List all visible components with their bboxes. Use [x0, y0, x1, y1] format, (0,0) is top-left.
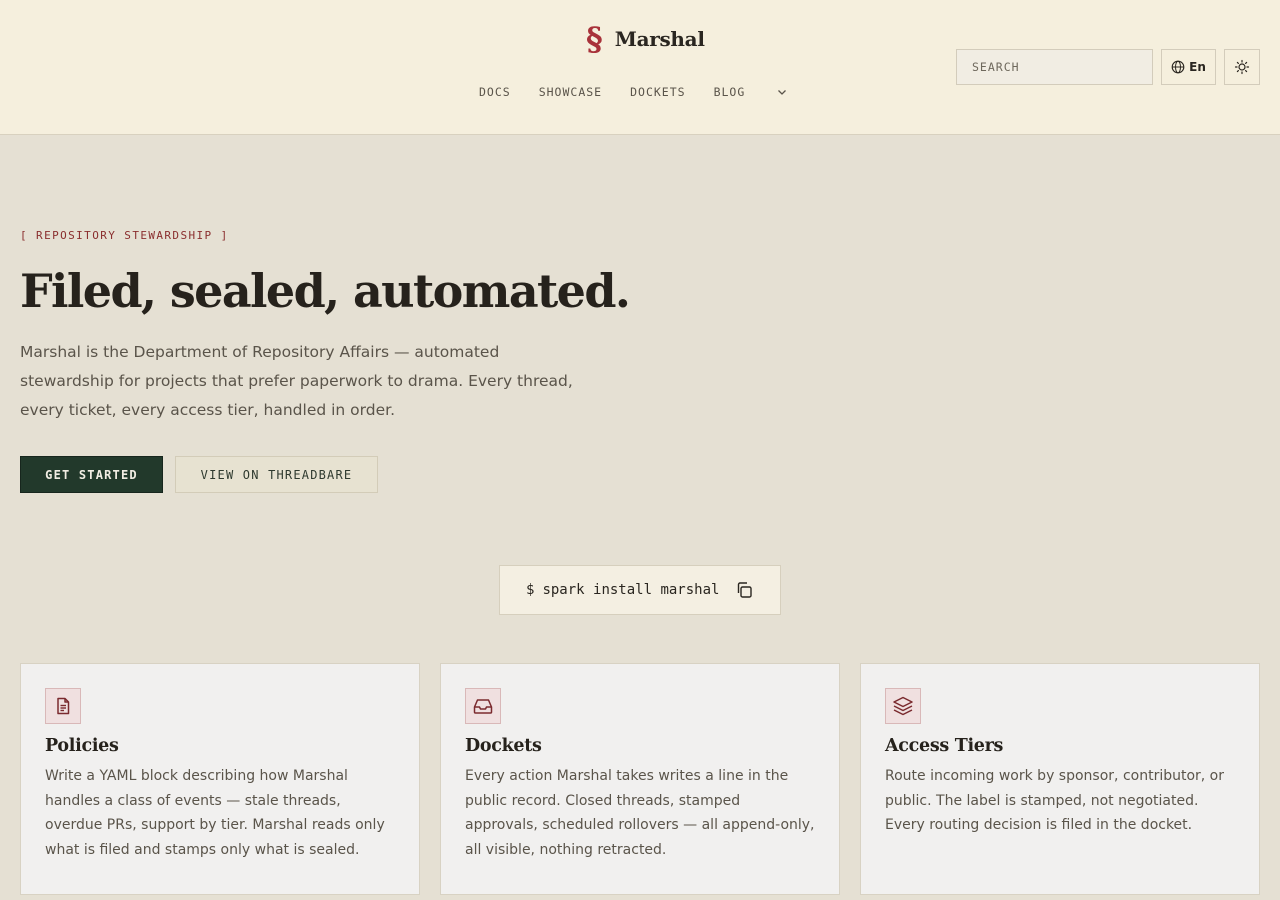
- feature-card-access-tiers: Access Tiers Route incoming work by spon…: [860, 663, 1260, 895]
- site-header: § Marshal DOCS SHOWCASE DOCKETS BLOG En: [0, 0, 1280, 135]
- feature-description: Write a YAML block describing how Marsha…: [45, 768, 385, 858]
- brand-logo[interactable]: § Marshal: [586, 22, 705, 56]
- feature-card-dockets: Dockets Every action Marshal takes write…: [440, 663, 840, 895]
- copy-icon: [735, 581, 753, 599]
- install-command: spark install marshal: [542, 582, 720, 598]
- hero-lead: Marshal is the Department of Repository …: [20, 343, 573, 419]
- document-icon: [45, 688, 81, 724]
- nav-showcase[interactable]: SHOWCASE: [539, 85, 602, 99]
- section-sign-logo-mark: §: [586, 20, 603, 58]
- nav-docs[interactable]: DOCS: [479, 85, 511, 99]
- view-on-threadbare-button[interactable]: VIEW ON THREADBARE: [175, 456, 378, 493]
- feature-description: Route incoming work by sponsor, contribu…: [885, 768, 1225, 833]
- language-button[interactable]: En: [1161, 49, 1216, 85]
- get-started-button[interactable]: GET STARTED: [20, 456, 163, 493]
- sun-icon: [1234, 59, 1250, 75]
- search-input[interactable]: [956, 49, 1153, 85]
- feature-title: Policies: [45, 736, 119, 756]
- hero-title: Filed, sealed, automated.: [20, 264, 631, 318]
- brand-name: Marshal: [614, 27, 705, 51]
- hero-eyebrow: [ REPOSITORY STEWARDSHIP ]: [20, 229, 229, 242]
- shell-prompt: $: [526, 582, 535, 598]
- layers-icon: [885, 688, 921, 724]
- feature-title: Dockets: [465, 736, 542, 756]
- language-label: En: [1189, 60, 1206, 74]
- globe-icon: [1171, 60, 1185, 74]
- copy-button[interactable]: [733, 579, 755, 601]
- inbox-icon: [465, 688, 501, 724]
- theme-toggle-button[interactable]: [1224, 49, 1260, 85]
- chevron-down-icon[interactable]: [775, 85, 789, 99]
- nav-dockets[interactable]: DOCKETS: [630, 85, 685, 99]
- main-nav: DOCS SHOWCASE DOCKETS BLOG: [479, 83, 789, 101]
- feature-description: Every action Marshal takes writes a line…: [465, 768, 815, 858]
- install-command-box: $ spark install marshal: [499, 565, 781, 615]
- feature-card-policies: Policies Write a YAML block describing h…: [20, 663, 420, 895]
- nav-blog[interactable]: BLOG: [714, 85, 746, 99]
- feature-title: Access Tiers: [885, 736, 1004, 756]
